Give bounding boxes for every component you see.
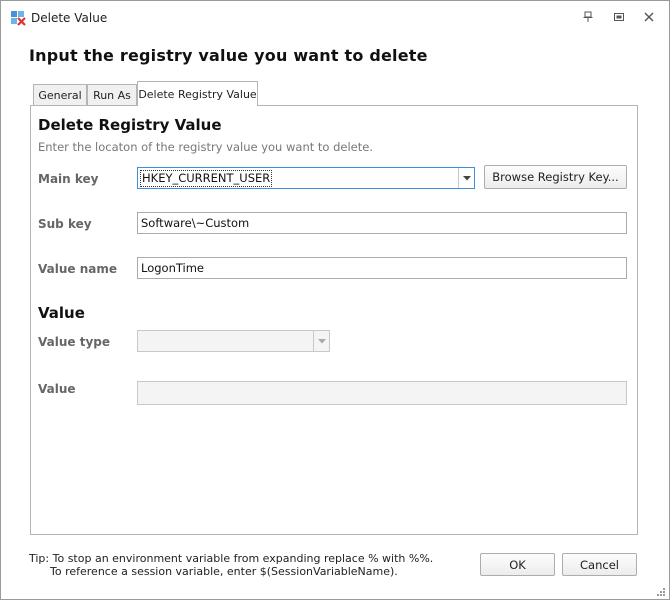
value-type-label: Value type — [38, 335, 110, 349]
value-name-label: Value name — [38, 262, 117, 276]
main-key-combobox[interactable]: HKEY_CURRENT_USER — [137, 167, 475, 189]
tab-general[interactable]: General — [33, 84, 87, 105]
pin-icon[interactable] — [581, 10, 595, 24]
close-icon[interactable] — [642, 10, 656, 24]
tip-line-2: To reference a session variable, enter $… — [50, 565, 398, 578]
ok-button[interactable]: OK — [480, 553, 555, 576]
main-key-label: Main key — [38, 172, 99, 186]
main-key-value: HKEY_CURRENT_USER — [140, 170, 273, 187]
tip-line-1: Tip: To stop an environment variable fro… — [29, 552, 434, 565]
value-name-input[interactable] — [137, 257, 627, 279]
title-bar: Delete Value — [1, 1, 669, 35]
section-description: Enter the locaton of the registry value … — [38, 140, 373, 154]
registry-delete-icon — [10, 10, 26, 26]
window-title: Delete Value — [31, 11, 108, 25]
resize-grip-icon[interactable] — [656, 586, 666, 596]
sub-key-label: Sub key — [38, 217, 92, 231]
browse-registry-key-button[interactable]: Browse Registry Key... — [484, 165, 627, 189]
section-title-value: Value — [38, 304, 85, 322]
delete-value-dialog: Delete Value Input the registry value yo… — [0, 0, 670, 600]
restore-icon[interactable] — [612, 10, 626, 24]
section-title-delete-registry-value: Delete Registry Value — [38, 116, 222, 134]
value-type-combobox[interactable] — [137, 330, 330, 352]
value-input[interactable] — [137, 381, 627, 405]
value-label: Value — [38, 382, 76, 396]
tab-delete-registry-value[interactable]: Delete Registry Value — [137, 81, 258, 106]
tip-text: Tip: To stop an environment variable fro… — [29, 552, 433, 578]
chevron-down-icon[interactable] — [458, 168, 474, 188]
chevron-down-icon[interactable] — [313, 331, 329, 351]
dialog-heading: Input the registry value you want to del… — [29, 46, 428, 65]
cancel-button[interactable]: Cancel — [562, 553, 637, 576]
sub-key-input[interactable] — [137, 212, 627, 234]
tab-run-as[interactable]: Run As — [87, 84, 137, 105]
